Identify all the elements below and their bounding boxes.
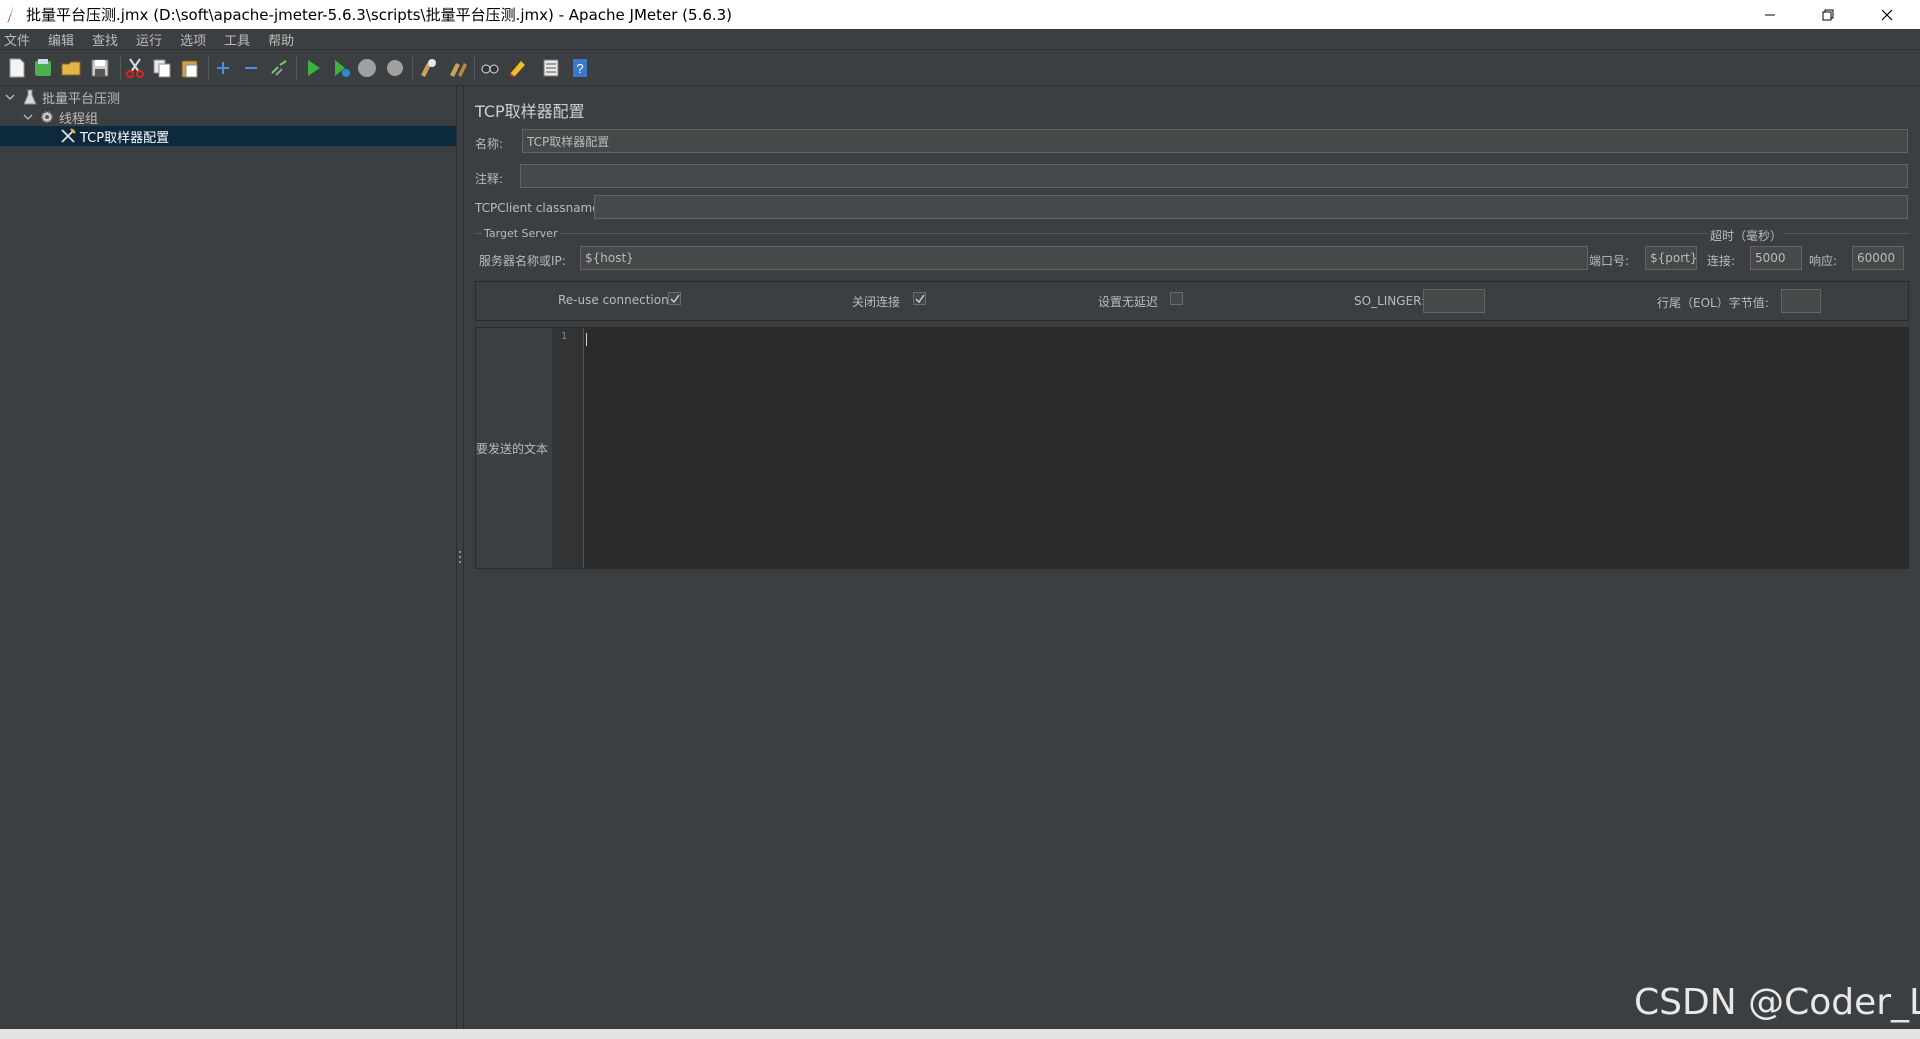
clear-all-icon[interactable] bbox=[446, 57, 468, 79]
checkmark-icon bbox=[915, 294, 925, 304]
save-icon[interactable] bbox=[89, 57, 111, 79]
test-plan-tree: 批量平台压测 线程组 TCP取样器配置 bbox=[0, 86, 456, 1029]
minimize-icon bbox=[1765, 14, 1775, 15]
close-connection-checkbox[interactable] bbox=[913, 292, 926, 305]
clear-icon[interactable] bbox=[417, 57, 439, 79]
nodelay-checkbox[interactable] bbox=[1170, 292, 1183, 305]
target-server-divider bbox=[475, 233, 1909, 234]
target-server-title: Target Server bbox=[482, 227, 560, 240]
reuse-connection-label: Re-use connection bbox=[558, 293, 669, 307]
reset-search-icon[interactable] bbox=[507, 57, 529, 79]
toolbar: ? bbox=[0, 50, 1920, 86]
nodelay-label: 设置无延迟 bbox=[1098, 295, 1159, 309]
port-label: 端口号: bbox=[1589, 254, 1630, 268]
start-icon[interactable] bbox=[302, 57, 324, 79]
close-connection-label: 关闭连接 bbox=[852, 295, 901, 309]
jmeter-feather-icon bbox=[7, 5, 14, 23]
window-title-bar: 批量平台压测.jmx (D:\soft\apache-jmeter-5.6.3\… bbox=[0, 0, 1920, 29]
expand-icon[interactable] bbox=[212, 57, 234, 79]
menu-help[interactable]: 帮助 bbox=[268, 30, 294, 49]
menu-run[interactable]: 运行 bbox=[136, 30, 162, 49]
name-label: 名称: bbox=[475, 137, 504, 151]
search-icon[interactable] bbox=[479, 57, 501, 79]
close-icon bbox=[1881, 9, 1893, 20]
restore-button[interactable] bbox=[1799, 0, 1857, 29]
response-timeout-field[interactable]: 60000 bbox=[1852, 246, 1904, 270]
server-label: 服务器名称或IP: bbox=[479, 254, 566, 268]
line-number-gutter: 1 bbox=[552, 328, 584, 568]
classname-label: TCPClient classname: bbox=[475, 201, 604, 215]
connect-timeout-label: 连接: bbox=[1707, 254, 1736, 268]
reuse-connection-checkbox[interactable] bbox=[668, 292, 681, 305]
start-no-pause-icon[interactable] bbox=[330, 57, 352, 79]
name-field[interactable]: TCP取样器配置 bbox=[522, 129, 1908, 153]
close-window-button[interactable] bbox=[1858, 0, 1916, 29]
classname-field[interactable] bbox=[594, 195, 1908, 219]
so-linger-label: SO_LINGER: bbox=[1354, 294, 1426, 308]
comment-field[interactable] bbox=[520, 164, 1908, 188]
gear-icon bbox=[41, 111, 53, 123]
tree-node-test-plan[interactable]: 批量平台压测 bbox=[0, 87, 456, 107]
eol-field[interactable] bbox=[1781, 289, 1821, 313]
tree-node-thread-group[interactable]: 线程组 bbox=[0, 107, 456, 127]
chevron-down-icon[interactable] bbox=[22, 111, 34, 123]
text-to-send-label: 要发送的文本 bbox=[476, 442, 549, 456]
watermark: CSDN @Coder_Li bbox=[1634, 982, 1920, 1023]
status-strip bbox=[0, 1029, 1920, 1039]
restore-icon bbox=[1822, 9, 1834, 20]
text-to-send-area: 要发送的文本 1 bbox=[475, 327, 1909, 569]
comment-label: 注释: bbox=[475, 172, 504, 186]
toggle-icon[interactable] bbox=[268, 57, 290, 79]
menu-file[interactable]: 文件 bbox=[4, 30, 30, 49]
minimize-button[interactable] bbox=[1741, 0, 1799, 29]
so-linger-field[interactable] bbox=[1423, 289, 1485, 313]
copy-icon[interactable] bbox=[151, 57, 173, 79]
splitter-grip-icon[interactable] bbox=[458, 549, 462, 565]
stop-icon[interactable] bbox=[356, 57, 378, 79]
eol-label: 行尾（EOL）字节值: bbox=[1657, 296, 1769, 310]
tree-label-thread-group: 线程组 bbox=[59, 111, 99, 127]
flask-icon bbox=[23, 89, 37, 105]
help-icon[interactable]: ? bbox=[569, 57, 591, 79]
collapse-icon[interactable] bbox=[240, 57, 262, 79]
connect-timeout-field[interactable]: 5000 bbox=[1750, 246, 1802, 270]
sampler-tools-icon bbox=[61, 128, 76, 143]
page-title: TCP取样器配置 bbox=[475, 102, 585, 121]
menu-edit[interactable]: 编辑 bbox=[48, 30, 74, 49]
menu-tools[interactable]: 工具 bbox=[224, 30, 250, 49]
shutdown-icon[interactable] bbox=[384, 57, 406, 79]
open-icon[interactable] bbox=[60, 57, 82, 79]
response-timeout-label: 响应: bbox=[1809, 254, 1838, 268]
text-editor[interactable] bbox=[584, 328, 1908, 568]
menu-search[interactable]: 查找 bbox=[92, 30, 118, 49]
port-field[interactable]: ${port} bbox=[1645, 246, 1697, 270]
chevron-down-icon[interactable] bbox=[4, 91, 16, 103]
window-title: 批量平台压测.jmx (D:\soft\apache-jmeter-5.6.3\… bbox=[26, 6, 733, 24]
checkmark-icon bbox=[670, 294, 680, 304]
svg-text:?: ? bbox=[576, 61, 583, 76]
line-number: 1 bbox=[561, 331, 568, 342]
text-cursor bbox=[586, 333, 587, 346]
templates-icon[interactable] bbox=[32, 57, 54, 79]
tree-label-test-plan: 批量平台压测 bbox=[42, 91, 121, 107]
tree-node-tcp-sampler[interactable]: TCP取样器配置 bbox=[0, 126, 456, 146]
function-helper-icon[interactable] bbox=[540, 57, 562, 79]
new-icon[interactable] bbox=[6, 57, 28, 79]
menu-bar: 文件 编辑 查找 运行 选项 工具 帮助 bbox=[0, 29, 1920, 50]
cut-icon[interactable] bbox=[124, 57, 146, 79]
timeout-title: 超时（毫秒） bbox=[1708, 227, 1785, 244]
paste-icon[interactable] bbox=[179, 57, 201, 79]
menu-options[interactable]: 选项 bbox=[180, 30, 206, 49]
server-field[interactable]: ${host} bbox=[580, 246, 1588, 270]
tree-label-tcp-sampler: TCP取样器配置 bbox=[80, 130, 170, 146]
